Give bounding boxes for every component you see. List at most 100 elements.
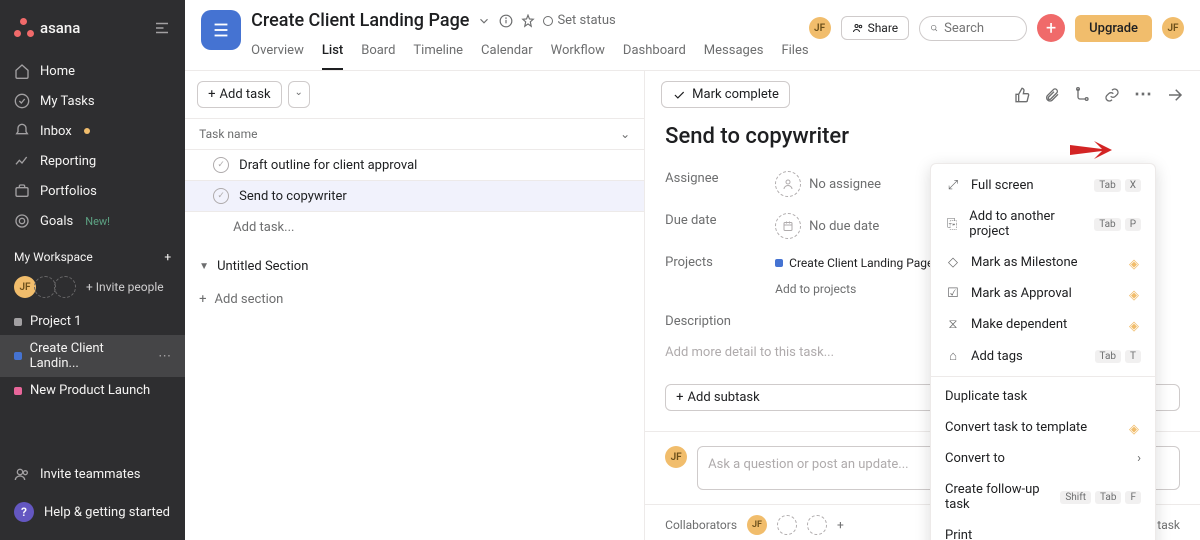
tab-calendar[interactable]: Calendar (481, 37, 533, 70)
add-task-dropdown[interactable]: ⌄ (288, 81, 310, 108)
add-collaborator-button[interactable]: + (837, 518, 844, 532)
upgrade-button[interactable]: Upgrade (1075, 15, 1152, 42)
task-name: Draft outline for client approval (239, 158, 417, 173)
menu-approval[interactable]: ☑Mark as Approval◈ (931, 278, 1155, 309)
kbd: T (1125, 350, 1141, 363)
logo[interactable]: asana (14, 18, 80, 38)
avatar[interactable]: JF (14, 276, 36, 298)
link-icon[interactable] (1104, 87, 1120, 103)
tab-list[interactable]: List (322, 37, 343, 70)
tab-board[interactable]: Board (361, 37, 395, 70)
add-section-button[interactable]: +Add section (185, 282, 644, 317)
add-task-inline[interactable]: Add task... (185, 212, 644, 243)
tab-timeline[interactable]: Timeline (413, 37, 463, 70)
tab-workflow[interactable]: Workflow (551, 37, 605, 70)
sidebar-item-goals[interactable]: GoalsNew! (0, 206, 185, 236)
description-label: Description (665, 314, 775, 329)
menu-dependent[interactable]: ⧖Make dependent◈ (931, 309, 1155, 340)
complete-toggle-icon[interactable]: ✓ (213, 157, 229, 173)
tab-messages[interactable]: Messages (704, 37, 764, 70)
sidebar-item-reporting[interactable]: Reporting (0, 146, 185, 176)
kbd: Tab (1095, 491, 1121, 504)
tab-dashboard[interactable]: Dashboard (623, 37, 686, 70)
mark-complete-label: Mark complete (692, 87, 779, 102)
workspace-header[interactable]: My Workspace+ (0, 240, 185, 270)
complete-toggle-icon[interactable]: ✓ (213, 188, 229, 204)
menu-milestone[interactable]: ◇Mark as Milestone◈ (931, 247, 1155, 278)
premium-icon: ◈ (1129, 319, 1141, 331)
project-icon[interactable] (201, 10, 241, 50)
task-row[interactable]: ✓ Draft outline for client approval (185, 150, 644, 181)
search-box[interactable] (919, 16, 1027, 41)
avatar[interactable]: JF (809, 17, 831, 39)
sidebar-project[interactable]: New Product Launch (0, 377, 185, 404)
menu-label: Add to another project (969, 209, 1084, 239)
help-button[interactable]: ?Help & getting started (0, 492, 185, 532)
add-section-label: Add section (215, 292, 284, 307)
avatar[interactable]: JF (747, 515, 767, 535)
sidebar-item-inbox[interactable]: Inbox (0, 116, 185, 146)
user-menu-avatar[interactable]: JF (1162, 17, 1184, 39)
menu-add-project[interactable]: ⎘Add to another projectTabP (931, 201, 1155, 247)
sidebar-project[interactable]: Create Client Landin...⋯ (0, 335, 185, 377)
invite-teammates-button[interactable]: Invite teammates (0, 456, 185, 492)
project-dot (14, 318, 22, 326)
set-status-button[interactable]: Set status (543, 13, 615, 28)
menu-tags[interactable]: ⌂Add tagsTabT (931, 340, 1155, 372)
add-collaborator-slot[interactable] (807, 515, 827, 535)
omni-add-button[interactable]: + (1037, 14, 1065, 42)
tab-files[interactable]: Files (781, 37, 808, 70)
task-row[interactable]: ✓ Send to copywriter (185, 181, 644, 212)
project-name: Project 1 (30, 314, 82, 329)
menu-label: Add tags (971, 349, 1023, 364)
person-icon (775, 171, 801, 197)
star-icon[interactable] (521, 14, 535, 28)
menu-label: Convert task to template (945, 420, 1087, 435)
like-icon[interactable] (1014, 87, 1030, 103)
mark-complete-button[interactable]: Mark complete (661, 81, 790, 108)
plus-icon[interactable]: + (164, 250, 171, 264)
due-date-value: No due date (809, 219, 879, 234)
sidebar-item-mytasks[interactable]: My Tasks (0, 86, 185, 116)
collapse-sidebar-icon[interactable] (153, 19, 171, 37)
menu-template[interactable]: Convert task to template◈ (931, 412, 1155, 443)
more-icon[interactable]: ⋯ (158, 349, 171, 364)
sidebar-item-portfolios[interactable]: Portfolios (0, 176, 185, 206)
fullscreen-icon: ⤢ (945, 178, 961, 193)
task-detail-title[interactable]: Send to copywriter (645, 118, 1200, 163)
invite-people-link[interactable]: + Invite people (86, 280, 164, 294)
add-task-button[interactable]: + Add task (197, 81, 281, 108)
sidebar-item-home[interactable]: Home (0, 56, 185, 86)
attachment-icon[interactable] (1044, 87, 1060, 103)
menu-followup[interactable]: Create follow-up taskShiftTabF (931, 474, 1155, 520)
subtask-icon[interactable] (1074, 87, 1090, 103)
menu-full-screen[interactable]: ⤢Full screenTabX (931, 170, 1155, 201)
collaborators-label: Collaborators (665, 518, 737, 532)
add-collaborator-slot[interactable] (777, 515, 797, 535)
chevron-down-icon[interactable] (477, 14, 491, 28)
menu-convert[interactable]: Convert to› (931, 443, 1155, 474)
task-name: Send to copywriter (239, 189, 347, 204)
assignee-button[interactable]: No assignee (775, 171, 881, 197)
tab-overview[interactable]: Overview (251, 37, 304, 70)
dependency-icon: ⧖ (945, 317, 961, 332)
menu-duplicate[interactable]: Duplicate task (931, 381, 1155, 412)
search-input[interactable] (944, 21, 1016, 36)
menu-print[interactable]: Print (931, 520, 1155, 540)
due-date-button[interactable]: No due date (775, 213, 879, 239)
more-actions-button[interactable]: ⋯ (1134, 84, 1152, 105)
info-icon[interactable] (499, 14, 513, 28)
section-row[interactable]: ▼Untitled Section (185, 243, 644, 282)
chevron-down-icon[interactable]: ⌄ (620, 127, 630, 141)
set-status-label: Set status (557, 13, 615, 28)
sidebar-project[interactable]: Project 1 (0, 308, 185, 335)
project-chip[interactable]: Create Client Landing Page (775, 256, 933, 270)
kbd: F (1125, 491, 1141, 504)
kbd: Tab (1095, 350, 1121, 363)
approval-icon: ☑ (945, 286, 961, 301)
project-name: New Product Launch (30, 383, 150, 398)
calendar-icon (775, 213, 801, 239)
share-button[interactable]: Share (841, 16, 910, 40)
close-detail-icon[interactable] (1166, 86, 1184, 104)
project-title[interactable]: Create Client Landing Page (251, 10, 469, 31)
